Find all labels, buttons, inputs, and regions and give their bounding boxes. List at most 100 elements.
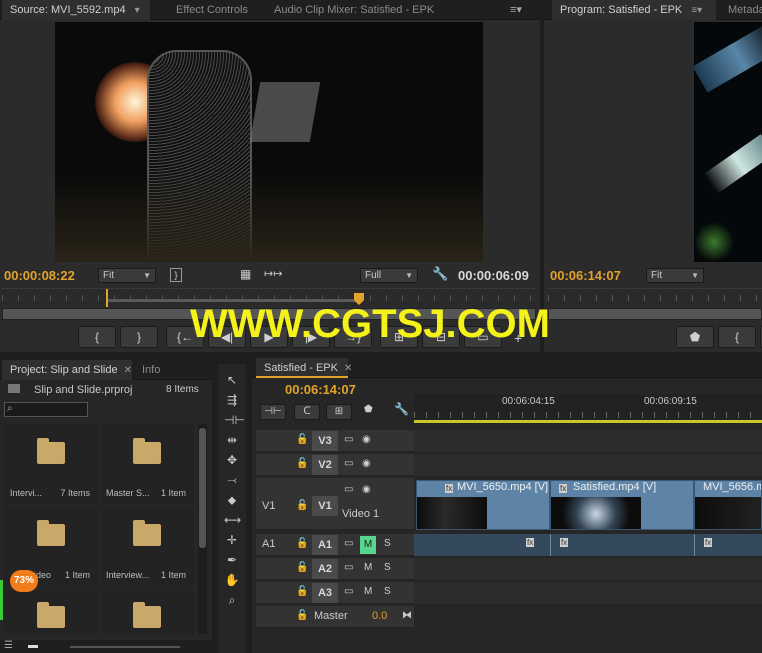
clip-mvi-5656[interactable]: MVI_5656.mp4 [V] <box>694 480 762 530</box>
selection-tool-icon[interactable]: ↖ <box>224 372 240 388</box>
source-resolution-select[interactable]: Full ▼ <box>360 268 418 283</box>
clip-satisfied[interactable]: fx Satisfied.mp4 [V] <box>550 480 694 530</box>
mark-in-button[interactable]: { <box>78 326 116 348</box>
icon-view-icon[interactable]: ▬ <box>28 640 38 651</box>
pen-tool-icon[interactable]: ✒ <box>224 552 240 568</box>
timeline-ruler[interactable]: 00:06:04:15 00:06:09:15 <box>414 394 762 424</box>
snap-button[interactable]: ⊣⊢ <box>260 404 286 420</box>
bin-master-sequence[interactable]: Master S... 1 Item <box>100 424 194 504</box>
program-time-ruler[interactable] <box>548 288 762 306</box>
lock-icon[interactable]: 🔓 <box>296 500 308 511</box>
solo-button[interactable]: S <box>384 562 391 573</box>
tab-source[interactable]: Source: MVI_5592.mp4 ▾ <box>2 0 150 20</box>
program-video-frame[interactable] <box>694 22 762 262</box>
source-playhead-timecode[interactable]: 00:00:08:22 <box>4 268 75 283</box>
camera-icon[interactable]: ▭ <box>344 434 353 445</box>
track-v3-content[interactable] <box>414 430 762 452</box>
master-volume-value[interactable]: 0.0 <box>372 610 387 622</box>
close-icon[interactable]: ✕ <box>344 363 352 374</box>
track-a1-label[interactable]: A1 <box>312 535 338 555</box>
camera-icon[interactable]: ▭ <box>344 484 353 495</box>
mark-out-button[interactable]: } <box>120 326 158 348</box>
hand-tool-icon[interactable]: ✋ <box>224 572 240 588</box>
eye-icon[interactable]: ◉ <box>362 484 371 495</box>
move-tool-icon[interactable]: ✛ <box>224 532 240 548</box>
wrench-icon[interactable]: 🔧 <box>394 402 409 416</box>
track-a3-label[interactable]: A3 <box>312 583 338 603</box>
mute-button[interactable]: M <box>364 562 372 573</box>
track-a2-content[interactable] <box>414 558 762 580</box>
chevron-down-icon[interactable]: ≡▾ <box>691 5 702 16</box>
razor-tool-icon[interactable]: ⤙ <box>224 472 240 488</box>
scrollbar-thumb[interactable] <box>199 428 206 548</box>
tab-effect-controls[interactable]: Effect Controls <box>168 0 256 20</box>
program-zoom-scrollbar[interactable] <box>548 308 762 320</box>
slide-tool-icon[interactable]: ⟷ <box>224 512 241 528</box>
source-a1-label[interactable]: A1 <box>262 538 275 550</box>
solo-button[interactable]: S <box>384 586 391 597</box>
lock-icon[interactable]: 🔓 <box>296 586 308 597</box>
program-playhead-timecode[interactable]: 00:06:14:07 <box>550 268 621 283</box>
chevron-down-icon[interactable]: ▾ <box>135 5 140 16</box>
panel-menu-icon[interactable]: ≡▾ <box>510 0 522 20</box>
bin-interviews[interactable]: Intervi... 7 Items <box>4 424 98 504</box>
source-video-frame[interactable] <box>55 22 483 262</box>
track-v3-label[interactable]: V3 <box>312 431 338 451</box>
tab-program[interactable]: Program: Satisfied - EPK ≡▾ <box>552 0 716 20</box>
zoom-slider[interactable] <box>70 646 180 648</box>
rolling-edit-tool-icon[interactable]: ⇹ <box>224 432 240 448</box>
lock-icon[interactable]: 🔓 <box>296 538 308 549</box>
add-marker-button[interactable]: ⬟ <box>676 326 714 348</box>
solo-button[interactable]: S <box>384 538 391 549</box>
mute-button[interactable]: M <box>364 586 372 597</box>
timeline-playhead-timecode[interactable]: 00:06:14:07 <box>285 382 356 397</box>
ripple-edit-tool-icon[interactable]: ⊣⊢ <box>224 412 245 428</box>
source-zoom-select[interactable]: Fit ▼ <box>98 268 156 283</box>
audio-waveform-icon[interactable]: ↦↦ <box>264 267 282 280</box>
source-v1-label[interactable]: V1 <box>262 500 275 512</box>
bin-interview-2[interactable]: Interview... 1 Item <box>100 506 194 586</box>
bin-folder-6[interactable] <box>100 588 194 634</box>
track-select-tool-icon[interactable]: ⇶ <box>224 392 240 408</box>
linked-selection-button[interactable]: ᑕ <box>294 404 320 420</box>
tab-audio-clip-mixer[interactable]: Audio Clip Mixer: Satisfied - EPK <box>266 0 442 20</box>
tab-info[interactable]: Info <box>134 360 168 380</box>
track-v2-content[interactable] <box>414 454 762 476</box>
close-icon[interactable]: ✕ <box>124 365 132 376</box>
marker-icon[interactable]: ⬟ <box>364 404 373 415</box>
clip-mvi-5650[interactable]: fx MVI_5650.mp4 [V] <box>416 480 550 530</box>
project-scrollbar[interactable] <box>198 424 207 634</box>
track-v1-label[interactable]: V1 <box>312 496 338 516</box>
mute-button[interactable]: M <box>360 536 376 554</box>
project-search-input[interactable]: ⌕ <box>4 402 88 417</box>
track-v2-label[interactable]: V2 <box>312 455 338 475</box>
eye-icon[interactable]: ◉ <box>362 458 371 469</box>
bow-tie-icon[interactable]: ⧓ <box>402 610 412 621</box>
camera-icon[interactable]: ▭ <box>344 458 353 469</box>
work-area-bar[interactable] <box>414 420 762 423</box>
lock-icon[interactable]: 🔓 <box>296 610 308 621</box>
settings-icon[interactable]: } <box>170 268 182 282</box>
eye-icon[interactable]: ◉ <box>362 434 371 445</box>
tab-metadata[interactable]: Metada <box>720 0 762 20</box>
film-icon[interactable]: ▦ <box>240 267 251 281</box>
wrench-icon[interactable]: 🔧 <box>432 266 448 282</box>
slip-tool-icon[interactable]: ⬥ <box>224 492 240 508</box>
lock-icon[interactable]: 🔓 <box>296 562 308 573</box>
program-mark-in-button[interactable]: { <box>718 326 756 348</box>
tab-sequence[interactable]: Satisfied - EPK ✕ <box>256 358 352 378</box>
rate-stretch-tool-icon[interactable]: ✥ <box>224 452 240 468</box>
microphone-icon[interactable]: ▭ <box>344 538 353 549</box>
lock-icon[interactable]: 🔓 <box>296 458 308 469</box>
bin-folder-5[interactable] <box>4 588 98 634</box>
tab-project[interactable]: Project: Slip and Slide ✕ <box>2 360 132 380</box>
program-zoom-select[interactable]: Fit ▼ <box>646 268 704 283</box>
zoom-tool-icon[interactable]: ⌕ <box>224 592 240 608</box>
track-a3-content[interactable] <box>414 582 762 604</box>
microphone-icon[interactable]: ▭ <box>344 586 353 597</box>
lock-icon[interactable]: 🔓 <box>296 434 308 445</box>
add-marker-timeline-button[interactable]: ⊞ <box>326 404 352 420</box>
track-a2-label[interactable]: A2 <box>312 559 338 579</box>
microphone-icon[interactable]: ▭ <box>344 562 353 573</box>
list-view-icon[interactable]: ☰ <box>4 640 13 651</box>
